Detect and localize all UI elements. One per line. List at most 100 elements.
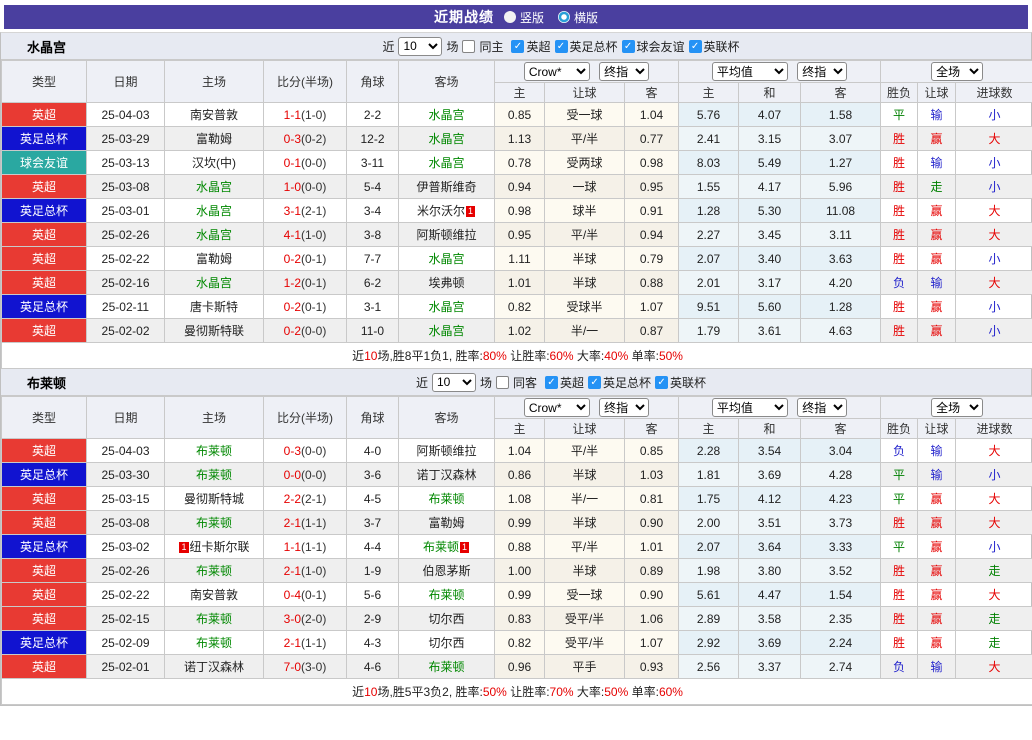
league-filter[interactable]: ✓英超 [545,374,584,391]
result-cell: 负 [881,655,918,679]
league-badge: 英足总杯 [2,463,87,487]
goals-result-cell: 小 [956,319,1032,343]
league-badge: 英超 [2,271,87,295]
result-cell: 胜 [881,247,918,271]
summary-text: 60% [659,685,683,699]
odds-handicap: 半球 [545,511,625,535]
summary-text: 50% [604,685,628,699]
full-match-select[interactable]: 全场 [931,398,983,417]
odds-home: 0.99 [495,511,545,535]
league-filter-label: 英足总杯 [570,38,618,55]
avg-away: 1.28 [801,295,881,319]
avg-draw: 3.69 [739,463,801,487]
odds-select-group: Crow* 终指 [495,61,679,83]
tracked-team-name: 水晶宫 [196,180,232,194]
league-filter[interactable]: ✓球会友谊 [622,38,685,55]
league-checkbox-checked-icon[interactable]: ✓ [555,40,568,53]
results-panel: 水晶宫 近 10 场 同主 ✓英超✓英足总杯✓球会友谊✓英联杯 类型 日期 主场 [0,32,1032,706]
league-filter[interactable]: ✓英联杯 [655,374,706,391]
league-checkbox-checked-icon[interactable]: ✓ [511,40,524,53]
avg-away: 3.33 [801,535,881,559]
league-checkbox-checked-icon[interactable]: ✓ [689,40,702,53]
subcol-handicap: 让球 [545,83,625,103]
fulltime-score: 2-1 [284,516,301,530]
red-card-badge: 1 [179,542,188,553]
avg-draw: 3.45 [739,223,801,247]
result-cell: 负 [881,271,918,295]
match-count-select[interactable]: 10 [432,373,476,392]
odds-source-select[interactable]: Crow* [524,62,590,81]
table-row: 英足总杯25-03-01水晶宫3-1(2-1)3-4米尔沃尔10.98球半0.9… [2,199,1032,223]
avg-draw: 3.64 [739,535,801,559]
league-filter-label: 英超 [560,374,584,391]
tracked-team-name: 布莱顿 [428,660,464,674]
match-date: 25-03-15 [87,487,165,511]
avg-away: 5.96 [801,175,881,199]
away-team-cell: 富勒姆 [399,511,495,535]
radio-horizontal-layout[interactable]: 横版 [558,9,598,26]
table-row: 英足总杯25-02-11唐卡斯特0-2(0-1)3-1水晶宫0.82受球半1.0… [2,295,1032,319]
home-team-cell: 富勒姆 [165,127,264,151]
league-checkbox-checked-icon[interactable]: ✓ [622,40,635,53]
tracked-team-name: 布莱顿 [196,468,232,482]
fulltime-score: 3-1 [284,204,301,218]
match-count-select[interactable]: 10 [398,37,442,56]
page-title: 近期战绩 [434,7,494,27]
odds-home: 1.00 [495,559,545,583]
halftime-score: (0-0) [301,156,326,170]
radio-vertical-layout[interactable]: 竖版 [504,9,544,26]
same-side-checkbox[interactable] [462,40,475,53]
home-team-cell: 曼彻斯特城 [165,487,264,511]
avg-home: 2.56 [679,655,739,679]
avg-away: 3.73 [801,511,881,535]
final-odds-select[interactable]: 终指 [599,62,649,81]
league-filter[interactable]: ✓英足总杯 [555,38,618,55]
table-row: 英超25-02-01诺丁汉森林7-0(3-0)4-6布莱顿0.96平手0.932… [2,655,1032,679]
tracked-team-name: 布莱顿 [196,516,232,530]
avg-draw: 5.60 [739,295,801,319]
league-filter[interactable]: ✓英联杯 [689,38,740,55]
match-date: 25-02-22 [87,247,165,271]
result-cell: 胜 [881,583,918,607]
table-row: 英超25-02-22南安普敦0-4(0-1)5-6布莱顿0.99受一球0.905… [2,583,1032,607]
avg-home: 2.28 [679,439,739,463]
final-odds-select[interactable]: 终指 [599,398,649,417]
avg-away: 1.27 [801,151,881,175]
corner-score: 4-0 [347,439,399,463]
full-match-select[interactable]: 全场 [931,62,983,81]
average-select[interactable]: 平均值 [712,398,788,417]
subcol-result: 胜负 [881,83,918,103]
average-select[interactable]: 平均值 [712,62,788,81]
match-date: 25-03-02 [87,535,165,559]
goals-result-cell: 大 [956,223,1032,247]
col-away: 客场 [399,61,495,103]
col-date: 日期 [87,61,165,103]
subcol-away-odds: 客 [625,419,679,439]
final-odds-select-2[interactable]: 终指 [797,398,847,417]
avg-draw: 4.17 [739,175,801,199]
league-filter[interactable]: ✓英超 [511,38,550,55]
match-score: 3-1(2-1) [264,199,347,223]
avg-draw: 3.40 [739,247,801,271]
league-checkbox-checked-icon[interactable]: ✓ [588,376,601,389]
league-badge: 英超 [2,223,87,247]
handicap-result-cell: 走 [918,175,956,199]
odds-handicap: 半球 [545,271,625,295]
final-odds-select-2[interactable]: 终指 [797,62,847,81]
away-team-cell: 阿斯顿维拉 [399,439,495,463]
near-label: 近 [382,38,394,55]
league-checkbox-checked-icon[interactable]: ✓ [545,376,558,389]
handicap-result-cell: 赢 [918,535,956,559]
odds-home: 1.04 [495,439,545,463]
corner-score: 3-6 [347,463,399,487]
avg-draw: 3.17 [739,271,801,295]
radio-vertical-label: 竖版 [520,9,544,26]
subcol-avg-away: 客 [801,419,881,439]
odds-source-select[interactable]: Crow* [524,398,590,417]
avg-away: 3.04 [801,439,881,463]
league-badge: 英足总杯 [2,199,87,223]
league-filter[interactable]: ✓英足总杯 [588,374,651,391]
tracked-team-name: 水晶宫 [428,252,464,266]
same-side-checkbox[interactable] [496,376,509,389]
league-checkbox-checked-icon[interactable]: ✓ [655,376,668,389]
